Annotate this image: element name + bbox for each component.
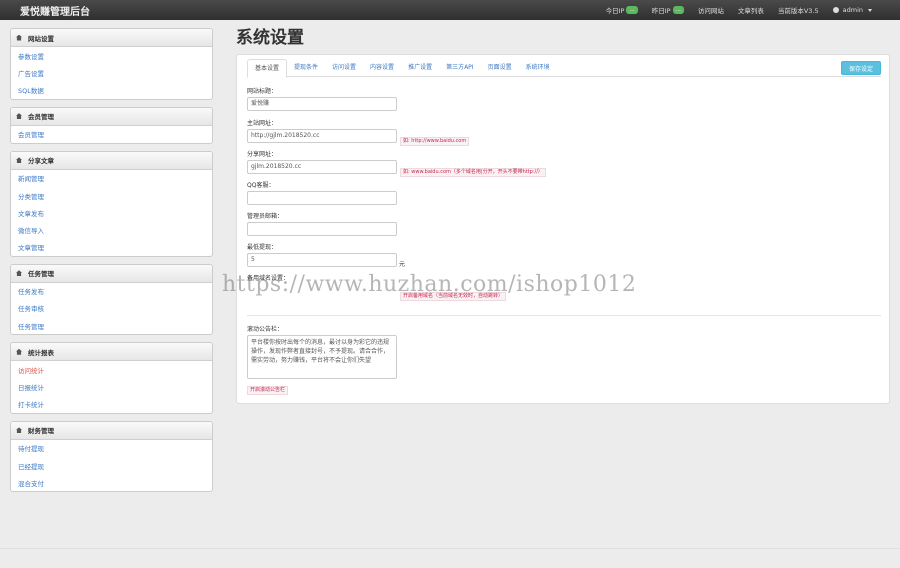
yesterday-ip-badge: ...	[672, 6, 684, 14]
watermark-text: https://www.huzhan.com/ishop1012	[222, 272, 637, 297]
tab-env[interactable]: 系统环境	[519, 59, 557, 77]
version-text: 当前版本V3.5	[777, 7, 819, 15]
qq-label: QQ客服：	[247, 182, 275, 189]
sidebar-group-title: 任务管理	[28, 270, 54, 279]
sidebar-group-title: 分享文章	[28, 157, 54, 166]
user-icon	[832, 7, 839, 13]
tab-withdraw[interactable]: 提现条件	[287, 59, 325, 77]
sidebar-group-header[interactable]: 统计报表	[11, 343, 212, 362]
home-icon	[16, 348, 22, 355]
user-name: admin	[842, 6, 863, 14]
tab-page[interactable]: 页面设置	[481, 59, 519, 77]
sidebar-item[interactable]: 任务审核	[11, 300, 212, 317]
sidebar-group-title: 财务管理	[28, 427, 54, 436]
top-nav: 今日IP ... 昨日IP ... 访问网站 文章列表 当前版本V3.5 adm…	[606, 5, 872, 15]
notice-textarea[interactable]: 平台楼你按时出每个的消息，最讨以身为彩它的违规操作，发现作弊者直接封号，不予提现…	[247, 335, 397, 379]
sidebar-item[interactable]: 混合支付	[11, 474, 212, 491]
main-domain-label: 主站网址：	[247, 120, 278, 127]
home-icon	[16, 157, 22, 164]
field-qq: QQ客服：	[247, 181, 397, 205]
home-icon	[16, 427, 22, 434]
chevron-down-icon	[868, 8, 872, 12]
sidebar-group-header[interactable]: 财务管理	[11, 421, 212, 440]
home-icon	[16, 270, 22, 277]
sidebar-item[interactable]: 微信导入	[11, 221, 212, 238]
sidebar-item[interactable]: 文章管理	[11, 239, 212, 256]
min-withdraw-unit: 元	[399, 261, 406, 268]
sidebar-group-stats: 统计报表 访问统计 日报统计 打卡统计	[10, 342, 213, 414]
sidebar-item[interactable]: 会员管理	[11, 126, 212, 143]
brand-title[interactable]: 爱悦赚管理后台	[20, 3, 90, 18]
site-title-label: 网站标题：	[247, 88, 278, 95]
tab-basic[interactable]: 基本设置	[247, 59, 288, 78]
sidebar-group-header[interactable]: 任务管理	[11, 264, 212, 283]
notice-hint: 开启滚动公告栏	[247, 386, 289, 395]
site-title-input[interactable]: 爱悦赚	[247, 97, 397, 111]
sidebar-item[interactable]: 新闻管理	[11, 170, 212, 187]
admin-email-input[interactable]	[247, 222, 397, 236]
notice-label: 滚动公告栏：	[247, 326, 284, 333]
sidebar-group-finance: 财务管理 待付提现 已经提现 混合支付	[10, 420, 213, 493]
field-site-title: 网站标题： 爱悦赚	[247, 87, 397, 111]
footer-divider	[0, 548, 900, 549]
today-ip: 今日IP ...	[606, 5, 638, 15]
tab-api[interactable]: 第三方API	[439, 59, 481, 77]
tab-promo[interactable]: 推广设置	[401, 59, 439, 77]
settings-tabs: 基本设置 提现条件 访问设置 内容设置 推广设置 第三方API 页面设置 系统环…	[247, 59, 881, 78]
sidebar-item[interactable]: 广告设置	[11, 64, 212, 81]
sidebar-group-title: 网站设置	[28, 34, 54, 43]
min-withdraw-input[interactable]: 5	[247, 253, 397, 267]
sidebar-item[interactable]: 文章发布	[11, 204, 212, 221]
field-min-withdraw: 最低提现： 5	[247, 243, 397, 267]
sidebar-group-title: 会员管理	[28, 113, 54, 122]
visit-site-link[interactable]: 访问网站	[698, 5, 724, 15]
settings-card: 保存设定 基本设置 提现条件 访问设置 内容设置 推广设置 第三方API 页面设…	[236, 54, 890, 404]
field-notice: 滚动公告栏： 平台楼你按时出每个的消息，最讨以身为彩它的违规操作，发现作弊者直接…	[247, 325, 397, 379]
sidebar-group-header[interactable]: 网站设置	[11, 29, 212, 47]
sidebar-group-header[interactable]: 分享文章	[11, 151, 212, 170]
page-title: 系统设置	[236, 28, 304, 48]
top-navbar: 爱悦赚管理后台 今日IP ... 昨日IP ... 访问网站 文章列表 当前版本…	[0, 0, 900, 20]
sidebar-item[interactable]: 任务管理	[11, 317, 212, 334]
field-main-domain: 主站网址： http://gjlm.2018520.cc	[247, 119, 397, 143]
main-domain-hint: 如: http://www.baidu.com	[400, 137, 470, 146]
sidebar-item-active[interactable]: 访问统计	[11, 361, 212, 378]
qq-input[interactable]	[247, 191, 397, 205]
sidebar-group-members: 会员管理 会员管理	[10, 106, 213, 144]
share-domain-hint: 如: www.baidu.com（多个域名用|分开，开头不要带http://）	[400, 168, 546, 177]
sidebar-item[interactable]: 日报统计	[11, 378, 212, 395]
sidebar-item[interactable]: 待付提现	[11, 440, 212, 457]
main-domain-input[interactable]: http://gjlm.2018520.cc	[247, 129, 397, 143]
sidebar-group-header[interactable]: 会员管理	[11, 107, 212, 126]
today-ip-badge: ...	[626, 6, 638, 14]
field-admin-email: 管理员邮箱：	[247, 212, 397, 236]
user-menu[interactable]: admin	[832, 6, 872, 14]
sidebar-item[interactable]: 已经提现	[11, 457, 212, 474]
yesterday-ip-label: 昨日IP	[651, 7, 671, 15]
sidebar-item[interactable]: 分类管理	[11, 187, 212, 204]
section-divider	[247, 315, 881, 316]
main-content: 系统设置 保存设定 基本设置 提现条件 访问设置 内容设置 推广设置 第三方AP…	[236, 26, 890, 404]
min-withdraw-label: 最低提现：	[247, 244, 278, 251]
tab-access[interactable]: 访问设置	[325, 59, 363, 77]
sidebar-group-tasks: 任务管理 任务发布 任务审核 任务管理	[10, 263, 213, 336]
share-domain-label: 分享网址：	[247, 151, 278, 158]
sidebar-item[interactable]: 任务发布	[11, 283, 212, 300]
home-icon	[16, 113, 22, 120]
sidebar-item[interactable]: SQL数据	[11, 81, 212, 98]
sidebar-group-site: 网站设置 参数设置 广告设置 SQL数据	[10, 28, 213, 100]
field-share-domain: 分享网址： gjlm.2018520.cc	[247, 150, 397, 174]
tab-content[interactable]: 内容设置	[363, 59, 401, 77]
today-ip-label: 今日IP	[605, 7, 625, 15]
sidebar-group-title: 统计报表	[28, 348, 54, 357]
sidebar: 网站设置 参数设置 广告设置 SQL数据 会员管理 会员管理 分享文章 新闻管理…	[10, 28, 213, 499]
docs-link[interactable]: 文章列表	[738, 5, 764, 15]
home-icon	[16, 34, 22, 41]
admin-email-label: 管理员邮箱：	[247, 213, 284, 220]
sidebar-item[interactable]: 打卡统计	[11, 396, 212, 413]
sidebar-group-articles: 分享文章 新闻管理 分类管理 文章发布 微信导入 文章管理	[10, 150, 213, 257]
share-domain-input[interactable]: gjlm.2018520.cc	[247, 160, 397, 174]
sidebar-item[interactable]: 参数设置	[11, 47, 212, 64]
yesterday-ip: 昨日IP ...	[652, 5, 684, 15]
